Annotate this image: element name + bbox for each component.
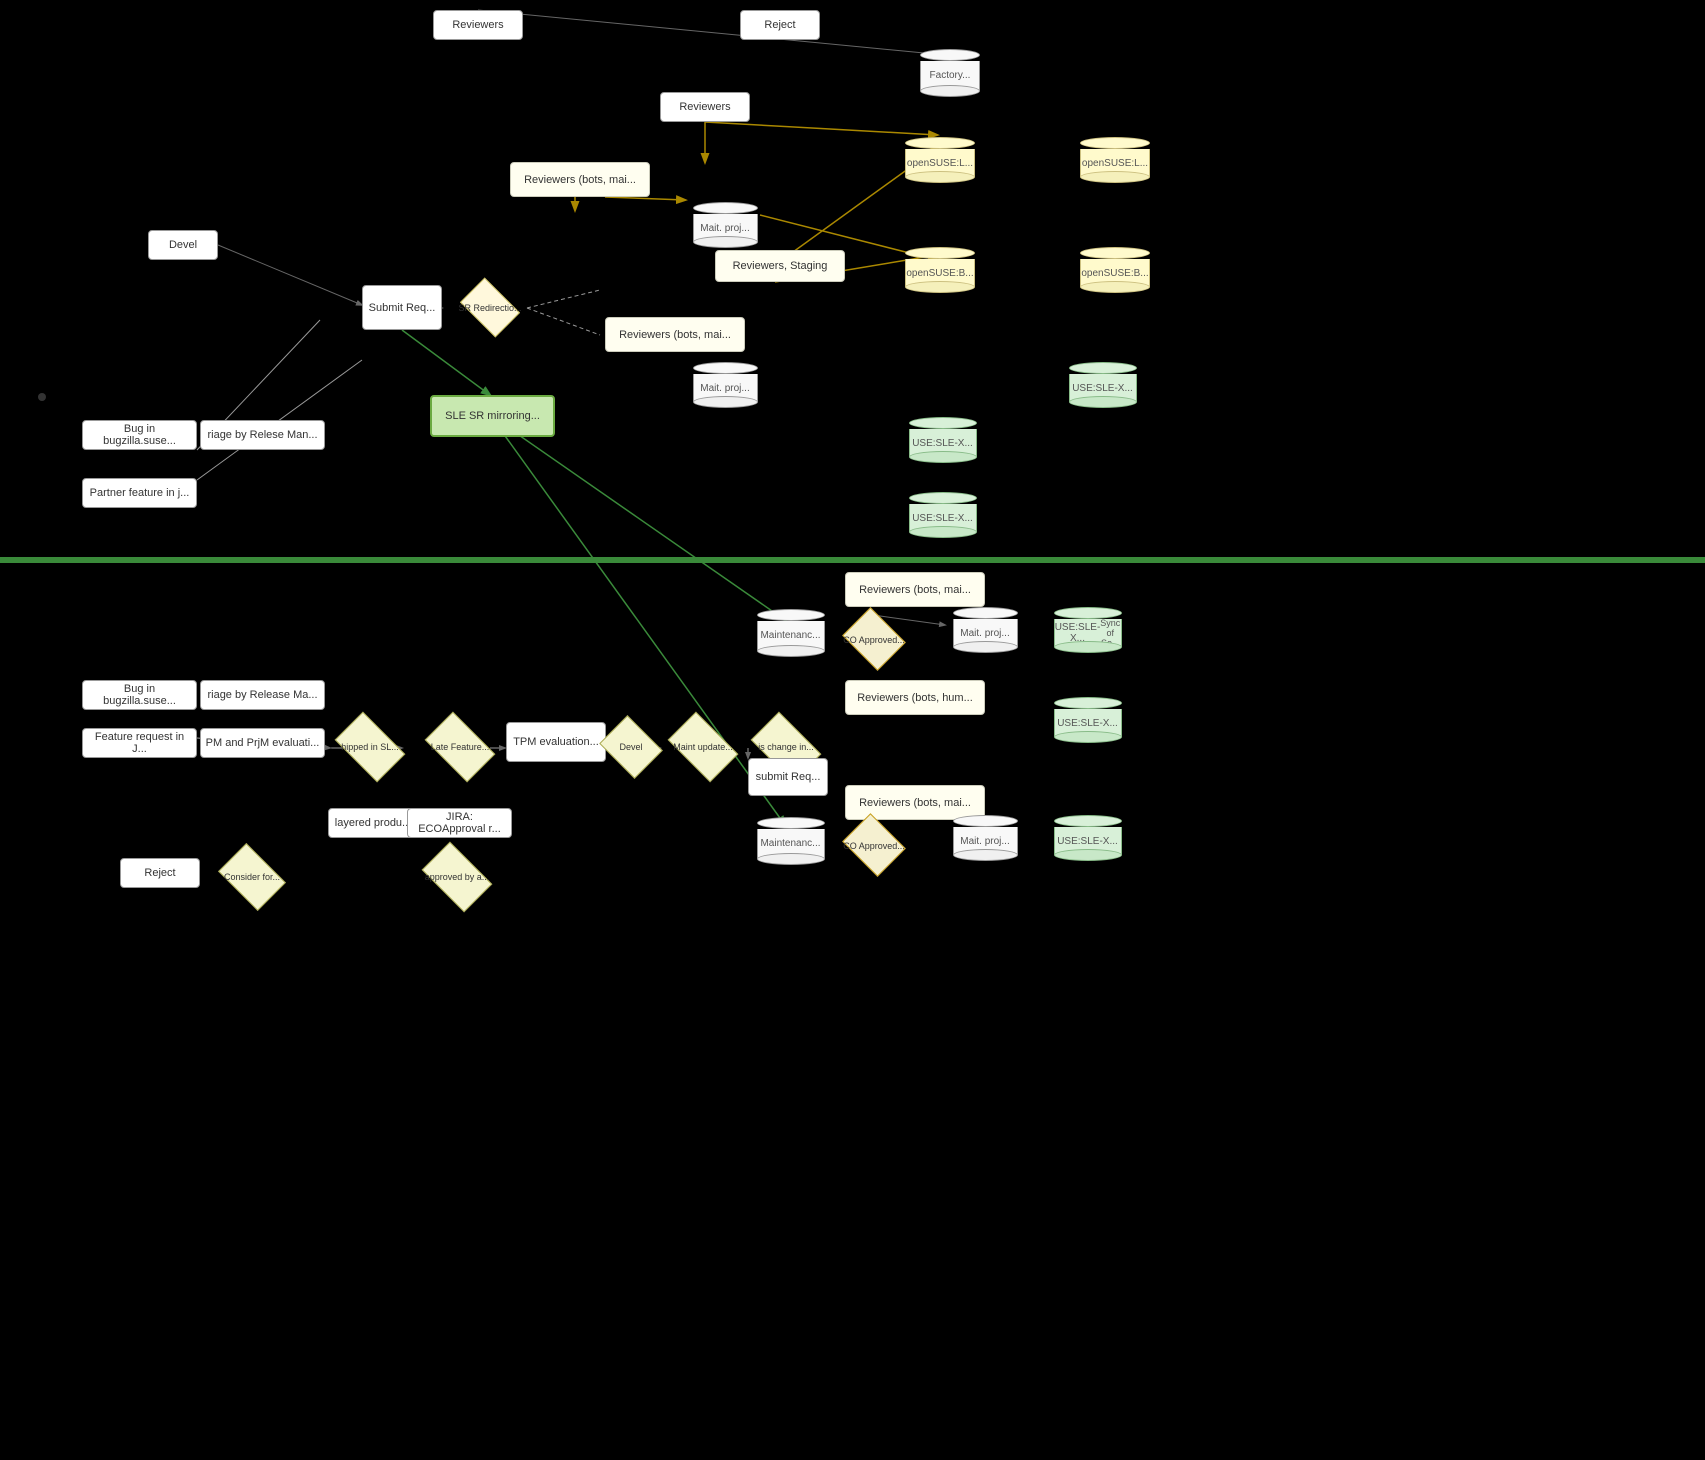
reviewers-staging-node: Reviewers, Staging — [715, 250, 845, 282]
reviewers-top-node: Reviewers — [433, 10, 523, 40]
opensuse-l1-cylinder: openSUSE:L... — [895, 130, 985, 190]
devel-top-node: Devel — [148, 230, 218, 260]
sr-redirect-node: SR Redirectio... — [455, 285, 525, 330]
reviewers-bots4-node: Reviewers (bots, hum... — [845, 680, 985, 715]
use-sle-xx2-cylinder: USE:SLE-X... — [900, 410, 985, 470]
feature-request-node: Feature request in J... — [82, 728, 197, 758]
triage-release2-node: riage by Release Ma... — [200, 680, 325, 710]
opensuse-l2-cylinder: openSUSE:L... — [1070, 130, 1160, 190]
mait-proj4-cylinder: Mait. proj... — [945, 808, 1025, 868]
use-sle-xx5-cylinder: USE:SLE-X... — [1045, 690, 1130, 750]
maintenance2-cylinder: Maintenanc... — [748, 808, 833, 873]
reviewers-bots2-node: Reviewers (bots, mai... — [605, 317, 745, 352]
approved-by-node: approved by a... — [412, 852, 502, 902]
use-sle-xx1-cylinder: USE:SLE-X... — [1060, 355, 1145, 415]
reject-top-node: Reject — [740, 10, 820, 40]
factory-cylinder: Factory... — [910, 40, 990, 105]
reviewers-bots1-node: Reviewers (bots, mai... — [510, 162, 650, 197]
bug-bugzilla2-node: Bug in bugzilla.suse... — [82, 680, 197, 710]
triage-release1-node: riage by Relese Man... — [200, 420, 325, 450]
mait-proj2-cylinder: Mait. proj... — [685, 355, 765, 415]
late-feature-node: Late Feature... — [415, 722, 505, 772]
reject-lower-node: Reject — [120, 858, 200, 888]
jira-eco-node: JIRA: ECOApproval r... — [407, 808, 512, 838]
eco-approved1-node: CO Approved... — [838, 612, 910, 667]
devel-lower-node: Devel — [595, 722, 667, 772]
mait-proj3-cylinder: Mait. proj... — [945, 600, 1025, 660]
bug-bugzilla1-node: Bug in bugzilla.suse... — [82, 420, 197, 450]
opensuse-b1-cylinder: openSUSE:B... — [895, 240, 985, 300]
consider-for-node: Consider for... — [212, 852, 292, 902]
submit-req-node: Submit Req... — [362, 285, 442, 330]
tpm-eval-node: TPM evaluation... — [506, 722, 606, 762]
opensuse-b2-cylinder: openSUSE:B... — [1070, 240, 1160, 300]
use-sle-xx6-cylinder: USE:SLE-X... — [1045, 808, 1130, 868]
sle-mirroring-node: SLE SR mirroring... — [430, 395, 555, 437]
shipped-sl-node: hipped in SL... — [325, 722, 415, 772]
use-sle-xx3-cylinder: USE:SLE-X... — [900, 485, 985, 545]
reviewers-mid-node: Reviewers — [660, 92, 750, 122]
is-change-node: is change in... — [745, 722, 827, 772]
diagram-canvas: Reviewers Reject Factory... Reviewers op… — [0, 0, 1705, 1460]
eco-approved2-node: CO Approved... — [838, 818, 910, 873]
pm-prjm-node: PM and PrjM evaluati... — [200, 728, 325, 758]
layered-prod-node: layered produ... — [328, 808, 418, 838]
bullet-point1 — [38, 393, 46, 401]
maintenance1-cylinder: Maintenanc... — [748, 600, 833, 665]
use-sle-xx4-cylinder: USE:SLE-X...Sync of So... — [1045, 600, 1130, 660]
maint-update-node: Maint update... — [658, 722, 748, 772]
partner-feature-node: Partner feature in j... — [82, 478, 197, 508]
mait-proj1-cylinder: Mait. proj... — [685, 195, 765, 255]
